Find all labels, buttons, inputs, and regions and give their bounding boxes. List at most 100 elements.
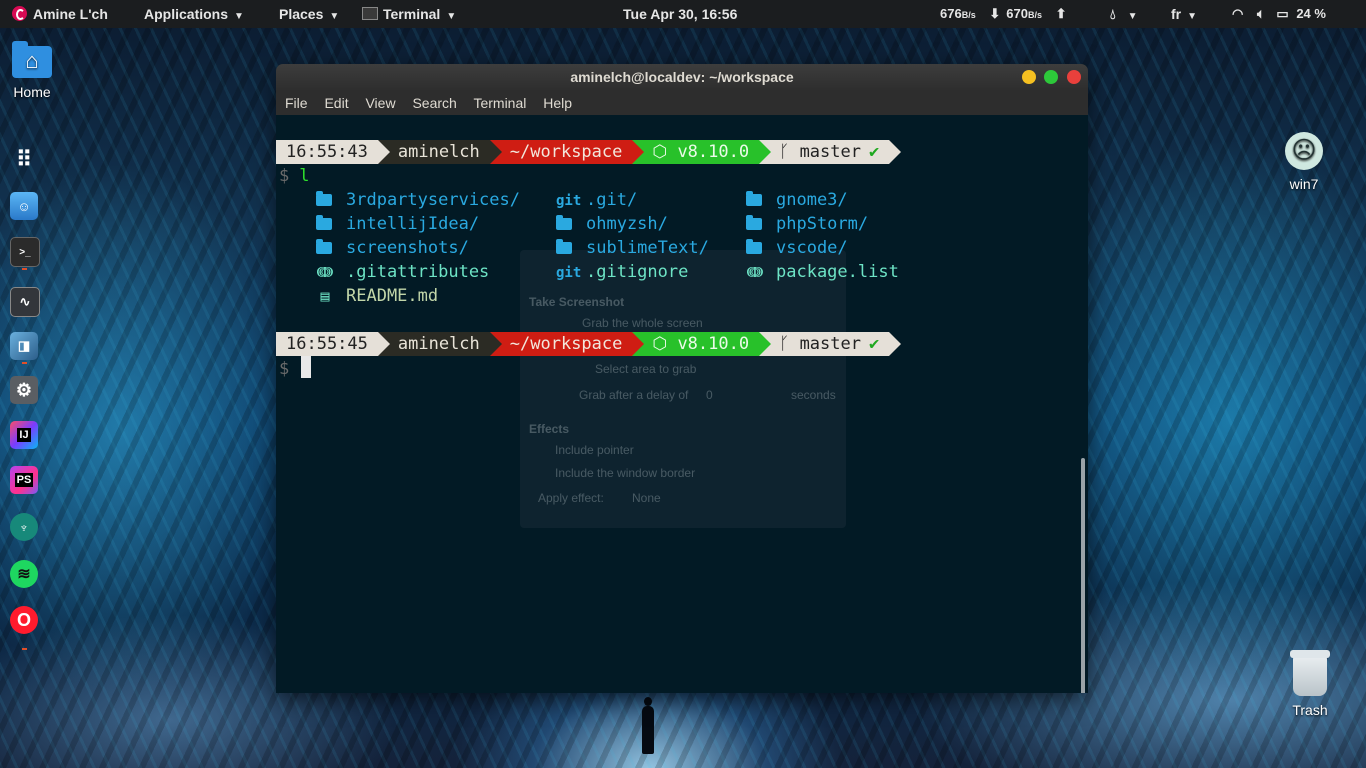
list-item: screenshots/ — [316, 236, 469, 260]
list-item-name: ohmyzsh/ — [586, 214, 668, 234]
net-down-value: 676 — [940, 6, 962, 21]
menu-help[interactable]: Help — [543, 95, 572, 111]
ghost-delay-unit: seconds — [791, 388, 836, 402]
command-line-1: $ l — [276, 164, 310, 188]
net-up-value: 670 — [1006, 6, 1028, 21]
ghost-delay-label: Grab after a delay of — [579, 388, 689, 402]
home-label: Home — [13, 84, 51, 100]
net-up-unit: B/s — [1027, 10, 1042, 20]
list-item: ohmyzsh/ — [556, 212, 668, 236]
desktop-win7[interactable]: ☹ win7 — [1278, 132, 1330, 192]
text-cursor — [301, 356, 312, 378]
command-line-2[interactable]: $ — [276, 356, 312, 380]
ghost-screenshot-dialog: Take Screenshot Grab the whole screen Se… — [520, 250, 846, 528]
battery-icon: ▭ — [1276, 6, 1289, 21]
close-button[interactable] — [1067, 70, 1081, 84]
dock-system-monitor[interactable]: ∿ — [10, 287, 40, 317]
dock-opera[interactable]: O — [10, 606, 38, 634]
folder-icon — [316, 239, 332, 254]
wifi-icon: ◠ — [1232, 6, 1244, 21]
spotify-icon: ≋ — [17, 566, 31, 583]
terminal-icon: >_ — [19, 246, 31, 258]
terminal-window[interactable]: aminelch@localdev: ~/workspace File Edit… — [276, 64, 1088, 693]
list-item: intellijIdea/ — [316, 212, 479, 236]
folder-icon — [556, 239, 572, 254]
applications-menu[interactable]: Applications ▼ — [144, 0, 244, 28]
shell-command: l — [299, 166, 310, 186]
user-menu[interactable]: Amine L'ch — [12, 0, 108, 28]
prompt-git-segment: ᚴ master ✔ — [759, 140, 902, 164]
markdown-icon: ▤ — [320, 287, 330, 305]
places-menu[interactable]: Places ▼ — [279, 0, 339, 28]
dock-running-indicator — [22, 648, 27, 650]
menu-terminal[interactable]: Terminal — [473, 95, 526, 111]
ghost-effects-heading: Effects — [529, 422, 570, 436]
shell-dollar: $ — [279, 359, 290, 379]
prompt-git-segment: ᚴ master ✔ — [759, 332, 902, 356]
minimize-button[interactable] — [1022, 70, 1036, 84]
active-app-menu[interactable]: Terminal ▼ — [362, 0, 456, 28]
arrow-down-icon: ⬇ — [989, 6, 1001, 21]
config-icon: ↈ — [746, 263, 764, 281]
dock-app-grid[interactable]: ⠿ — [10, 146, 38, 174]
terminal-titlebar[interactable]: aminelch@localdev: ~/workspace — [276, 64, 1088, 91]
list-item: sublimeText/ — [556, 236, 709, 260]
chevron-down-icon: ▼ — [1127, 11, 1138, 22]
dock-phpstorm[interactable]: PS — [10, 466, 38, 494]
dock-gitkraken[interactable]: ♆ — [10, 513, 38, 541]
list-item: phpStorm/ — [746, 212, 868, 236]
prompt-node-version: ⬡ v8.10.0 — [632, 332, 771, 356]
prompt-directory: ~/workspace — [489, 140, 644, 164]
prompt-directory: ~/workspace — [489, 332, 644, 356]
win7-label: win7 — [1289, 176, 1319, 192]
dock-spotify[interactable]: ≋ — [10, 560, 38, 588]
prompt-time: 16:55:45 — [276, 332, 390, 356]
ghost-apply-effect-label: Apply effect: — [538, 491, 604, 505]
dock-settings[interactable]: ⚙ — [10, 376, 38, 404]
menu-edit[interactable]: Edit — [324, 95, 348, 111]
list-item: git .gitignore — [556, 260, 688, 284]
prompt-git-branch: master — [799, 142, 861, 162]
menu-search[interactable]: Search — [412, 95, 456, 111]
prompt-line-2: 16:55:45 aminelch ~/workspace ⬡ v8.10.0 … — [276, 332, 902, 356]
clock[interactable]: Tue Apr 30, 16:56 — [623, 0, 737, 28]
applications-label: Applications — [144, 6, 229, 22]
desktop-trash[interactable]: Trash — [1284, 650, 1336, 718]
system-status-menu[interactable]: ◠ 🔈︎ ▭ 24 % — [1232, 0, 1326, 28]
prompt-time: 16:55:43 — [276, 140, 390, 164]
list-item-name: screenshots/ — [346, 238, 469, 258]
list-item-name: .gitattributes — [346, 262, 490, 282]
list-item: gnome3/ — [746, 188, 848, 212]
check-icon: ✔ — [868, 334, 880, 354]
ghost-apply-effect-value: None — [632, 491, 661, 505]
keyboard-layout-menu[interactable]: fr ▼ — [1171, 0, 1197, 28]
maximize-button[interactable] — [1044, 70, 1058, 84]
dock-running-indicator — [22, 362, 27, 364]
net-speed[interactable]: 676B/s ⬇ 670B/s ⬆ — [940, 0, 1067, 28]
dock-running-indicator — [22, 268, 27, 270]
battery-label: 24 % — [1296, 6, 1326, 21]
chevron-down-icon: ▼ — [446, 11, 457, 22]
list-item-name: README.md — [346, 286, 439, 306]
shell-dollar: $ — [279, 166, 290, 186]
dock-files[interactable]: ☺ — [10, 192, 38, 220]
folder-icon — [556, 215, 572, 230]
terminal-output[interactable]: Take Screenshot Grab the whole screen Se… — [276, 115, 1088, 693]
menu-view[interactable]: View — [365, 95, 395, 111]
trash-icon — [1290, 650, 1330, 696]
desktop-home[interactable]: Home — [6, 41, 58, 100]
drop-icon: 💧︎ — [1110, 6, 1116, 22]
dock-intellij[interactable]: IJ — [10, 421, 38, 449]
dock-screenshot[interactable]: ◨ — [10, 332, 38, 360]
list-item-name: .gitignore — [586, 262, 689, 282]
list-item: ↈ .gitattributes — [316, 260, 490, 284]
dock-terminal[interactable]: >_ — [10, 237, 40, 267]
sad-face-icon: ☹ — [1285, 132, 1323, 170]
arrow-up-icon: ⬆ — [1055, 6, 1067, 21]
clock-label: Tue Apr 30, 16:56 — [623, 6, 738, 22]
terminal-scrollbar[interactable] — [1081, 458, 1085, 693]
chevron-down-icon: ▼ — [234, 11, 244, 22]
list-item-name: vscode/ — [776, 238, 848, 258]
menu-file[interactable]: File — [285, 95, 308, 111]
drop-menu[interactable]: 💧︎ ▼ — [1110, 0, 1138, 28]
